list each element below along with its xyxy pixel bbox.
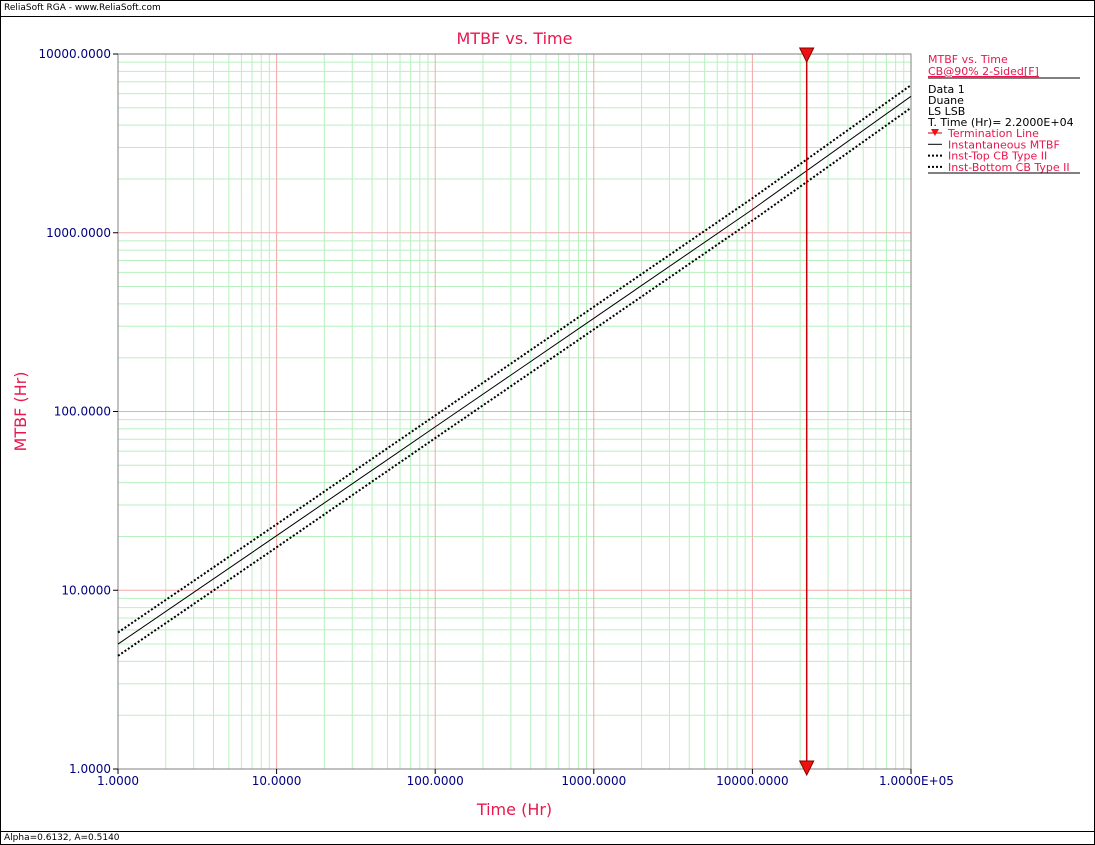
termination-marker-bottom (798, 760, 815, 777)
x-tick-label: 100.0000 (407, 774, 464, 788)
x-tick-label: 10.0000 (252, 774, 302, 788)
y-tick-label: 10000.0000 (38, 47, 111, 61)
status-bar: Alpha=0.6132, A=0.5140 (1, 831, 1094, 845)
y-tick-label: 100.0000 (54, 405, 111, 419)
legend-subtitle: CB@90% 2-Sided[F] (928, 65, 1039, 78)
legend-entry: Inst-Bottom CB Type II (948, 161, 1070, 174)
x-tick-label: 10000.0000 (716, 774, 789, 788)
x-tick-label: 1.0000 (97, 774, 139, 788)
y-tick-label: 1000.0000 (46, 226, 111, 240)
y-axis-label: MTBF (Hr) (11, 372, 30, 452)
chart-title: MTBF vs. Time (457, 29, 573, 48)
x-axis-label: Time (Hr) (476, 800, 552, 819)
x-tick-label: 1.0000E+05 (879, 774, 954, 788)
y-tick-label: 10.0000 (61, 583, 111, 597)
termination-marker-top (798, 47, 815, 64)
x-tick-label: 1000.0000 (561, 774, 626, 788)
series-line-1 (117, 84, 912, 634)
mtbf-chart: 1.0000 10.0000 100.0000 1000.0000 10000.0000… (11, 29, 1080, 819)
series-line-2 (117, 106, 912, 657)
